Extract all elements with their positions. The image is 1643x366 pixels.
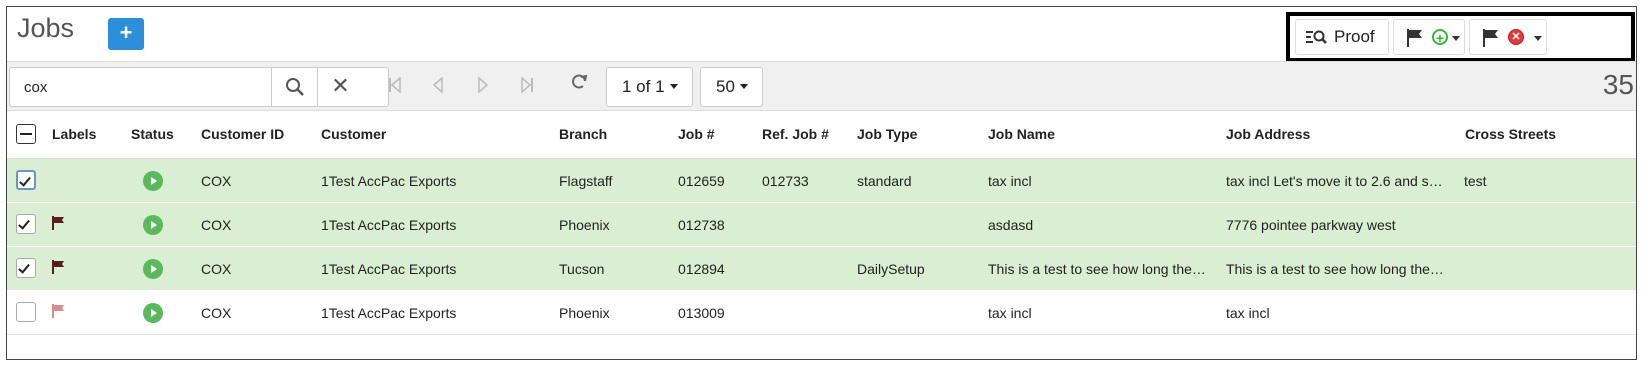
cell-customer-id: COX bbox=[201, 217, 232, 233]
col-customer-id[interactable]: Customer ID bbox=[201, 126, 284, 142]
page-size-selector[interactable]: 50 bbox=[700, 67, 763, 107]
previous-page-icon[interactable] bbox=[432, 77, 444, 93]
chevron-down-icon bbox=[669, 84, 678, 89]
flag-icon bbox=[1407, 29, 1422, 47]
cell-branch: Phoenix bbox=[559, 217, 610, 233]
row-checkbox[interactable] bbox=[16, 258, 36, 278]
grid-toolbar: ✕ 1 of 1 50 35 bbox=[7, 61, 1636, 111]
cell-customer: 1Test AccPac Exports bbox=[321, 217, 457, 233]
chevron-down-icon bbox=[739, 84, 748, 89]
col-cross-streets[interactable]: Cross Streets bbox=[1465, 126, 1556, 142]
remove-circle-icon: ✕ bbox=[1508, 29, 1524, 45]
cell-customer-id: COX bbox=[201, 305, 232, 321]
cell-job-type: standard bbox=[857, 173, 912, 189]
flag-icon bbox=[1483, 29, 1498, 47]
table-row[interactable]: COX 1Test AccPac Exports Phoenix 012738 … bbox=[7, 203, 1636, 247]
cell-job-address: tax incl Let's move it to 2.6 and see wh… bbox=[1226, 173, 1446, 189]
search-button[interactable] bbox=[271, 68, 317, 106]
table-row[interactable]: COX 1Test AccPac Exports Flagstaff 01265… bbox=[7, 159, 1636, 203]
cell-job-number: 012738 bbox=[678, 217, 725, 233]
cell-job-name: This is a test to see how long the job n… bbox=[988, 261, 1208, 277]
row-checkbox[interactable] bbox=[16, 214, 36, 234]
play-status-icon bbox=[143, 259, 163, 279]
clear-search-button[interactable]: ✕ bbox=[317, 68, 363, 106]
cell-branch: Phoenix bbox=[559, 305, 610, 321]
last-page-icon[interactable] bbox=[520, 77, 534, 93]
cell-customer-id: COX bbox=[201, 261, 232, 277]
cell-job-type: DailySetup bbox=[857, 261, 925, 277]
proof-icon bbox=[1306, 30, 1327, 44]
table-row[interactable]: COX 1Test AccPac Exports Phoenix 013009 … bbox=[7, 291, 1636, 335]
cell-branch: Tucson bbox=[559, 261, 605, 277]
add-label-dropdown[interactable]: + bbox=[1393, 19, 1465, 55]
remove-label-dropdown[interactable]: ✕ bbox=[1469, 19, 1547, 55]
cell-customer: 1Test AccPac Exports bbox=[321, 173, 457, 189]
cell-job-name: asdasd bbox=[988, 217, 1034, 233]
play-status-icon bbox=[143, 171, 163, 191]
jobs-panel: Jobs + Proof + ✕ cox ✕ 1 of 1 50 35 Labe… bbox=[6, 6, 1637, 360]
cell-job-number: 012659 bbox=[678, 173, 725, 189]
search-icon bbox=[286, 78, 304, 96]
chevron-down-icon bbox=[1452, 36, 1460, 41]
checkmark-icon bbox=[19, 174, 31, 187]
col-customer[interactable]: Customer bbox=[321, 126, 386, 142]
page-header: Jobs + Proof + ✕ bbox=[7, 7, 1636, 64]
cell-customer-id: COX bbox=[201, 173, 232, 189]
page-label: 1 of 1 bbox=[622, 77, 665, 96]
flag-label-icon[interactable] bbox=[52, 304, 66, 318]
proof-button[interactable]: Proof bbox=[1295, 19, 1389, 55]
col-job-type[interactable]: Job Type bbox=[857, 126, 917, 142]
cell-job-address: tax incl bbox=[1226, 305, 1270, 321]
record-count: 35 bbox=[1602, 69, 1634, 100]
col-branch[interactable]: Branch bbox=[559, 126, 607, 142]
proof-label: Proof bbox=[1334, 27, 1375, 46]
first-page-icon[interactable] bbox=[388, 77, 402, 93]
page-size-label: 50 bbox=[716, 77, 735, 96]
page-title: Jobs bbox=[17, 13, 75, 43]
row-checkbox[interactable] bbox=[16, 170, 36, 190]
select-all-checkbox[interactable] bbox=[16, 124, 36, 144]
search-input[interactable] bbox=[10, 68, 271, 106]
col-job-name[interactable]: Job Name bbox=[988, 126, 1055, 142]
col-status[interactable]: Status bbox=[131, 126, 174, 142]
col-job-address[interactable]: Job Address bbox=[1226, 126, 1310, 142]
cell-job-number: 012894 bbox=[678, 261, 725, 277]
cell-job-address: This is a test to see how long the job a… bbox=[1226, 261, 1446, 277]
play-status-icon bbox=[143, 303, 163, 323]
col-job-number[interactable]: Job # bbox=[678, 126, 715, 142]
col-ref-job-number[interactable]: Ref. Job # bbox=[762, 126, 829, 142]
chevron-down-icon bbox=[1534, 36, 1542, 41]
cell-cross-streets: test bbox=[1464, 173, 1487, 189]
checkmark-icon bbox=[18, 217, 30, 230]
cell-job-address: 7776 pointee parkway west bbox=[1226, 217, 1396, 233]
cell-customer: 1Test AccPac Exports bbox=[321, 261, 457, 277]
play-status-icon bbox=[143, 215, 163, 235]
add-circle-icon: + bbox=[1432, 29, 1448, 45]
col-labels[interactable]: Labels bbox=[52, 126, 96, 142]
cell-customer: 1Test AccPac Exports bbox=[321, 305, 457, 321]
add-job-button[interactable]: + bbox=[108, 18, 144, 50]
grid-header: Labels Status Customer ID Customer Branc… bbox=[7, 111, 1636, 159]
cell-job-name: tax incl bbox=[988, 305, 1032, 321]
flag-label-icon[interactable] bbox=[52, 216, 66, 230]
table-row[interactable]: COX 1Test AccPac Exports Tucson 012894 D… bbox=[7, 247, 1636, 291]
refresh-icon[interactable] bbox=[569, 72, 589, 92]
cell-ref-job-number: 012733 bbox=[762, 173, 809, 189]
label-actions-group: Proof + ✕ bbox=[1286, 12, 1635, 62]
flag-label-icon[interactable] bbox=[52, 260, 66, 274]
search-box: ✕ bbox=[9, 67, 389, 107]
cell-job-number: 013009 bbox=[678, 305, 725, 321]
cell-job-name: tax incl bbox=[988, 173, 1032, 189]
checkmark-icon bbox=[18, 261, 30, 274]
row-checkbox[interactable] bbox=[16, 302, 36, 322]
cell-branch: Flagstaff bbox=[559, 173, 613, 189]
page-selector[interactable]: 1 of 1 bbox=[606, 67, 693, 107]
next-page-icon[interactable] bbox=[477, 77, 489, 93]
